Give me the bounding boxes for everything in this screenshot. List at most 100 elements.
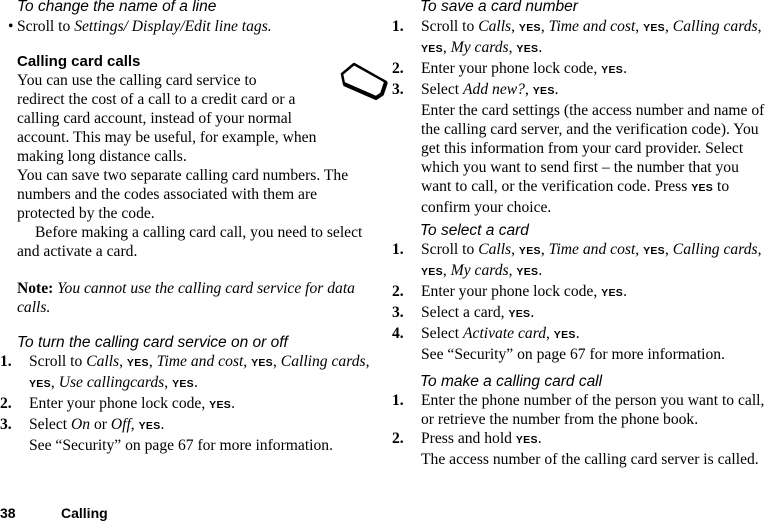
text: Enter your phone lock code,	[421, 60, 602, 77]
text-line: confirm your choice.	[421, 199, 552, 216]
text: ,	[243, 353, 252, 370]
step-1: 1. Scroll to Calls, YES, Time and cost, …	[392, 18, 762, 56]
text: .	[160, 416, 165, 433]
text: Press and hold	[421, 430, 516, 447]
step-4: 4. Select Activate card, YES. See “Secur…	[392, 324, 783, 364]
yes-key: YES	[532, 85, 555, 97]
text-line: Enter the card settings (the access numb…	[421, 102, 765, 119]
menu-item: On	[71, 416, 91, 433]
text-line: redirect the cost of a call to a credit …	[17, 91, 296, 108]
text-line: or retrieve the number from the phone bo…	[421, 411, 699, 428]
step-1: 1. Enter the phone number of the person …	[392, 391, 783, 429]
text-line: numbers and the codes associated with th…	[17, 186, 318, 203]
yes-key: YES	[516, 43, 539, 55]
yes-key: YES	[643, 22, 665, 34]
save-card-heading: To save a card number	[420, 0, 578, 15]
yes-key: YES	[643, 245, 665, 257]
text: .	[231, 395, 235, 412]
yes-key: YES	[601, 64, 624, 76]
step-3: 3. Select On or Off, YES. See “Security”…	[0, 415, 388, 455]
step-number: 3.	[392, 304, 404, 321]
menu-item: My cards	[450, 262, 509, 279]
text: .	[193, 374, 198, 391]
step-number: 1.	[392, 241, 404, 258]
yes-key: YES	[518, 22, 541, 34]
step-2: 2. Enter your phone lock code, YES.	[0, 394, 388, 415]
step-number: 4.	[392, 325, 404, 342]
text: Scroll to	[421, 18, 479, 35]
menu-item: Off	[110, 416, 131, 433]
text: Scroll to	[29, 353, 87, 370]
note-text: You cannot use the calling card service …	[57, 280, 355, 297]
step-2: 2. Enter your phone lock code, YES.	[392, 283, 627, 300]
text: Select	[421, 325, 463, 342]
yes-key: YES	[691, 182, 714, 194]
note-text: calls.	[17, 299, 51, 316]
text-line: Enter the phone number of the person you…	[421, 392, 765, 409]
make-call-steps: 1. Enter the phone number of the person …	[392, 391, 783, 469]
change-line-heading: To change the name of a line	[17, 0, 217, 15]
text-line: get this information from your card prov…	[421, 140, 744, 157]
menu-item: Time and cost	[548, 241, 636, 258]
text-line: which you want to send first – the numbe…	[421, 159, 739, 176]
text: ,	[119, 353, 127, 370]
step-3: 3. Select Add new?, YES. Enter the card …	[392, 80, 783, 217]
text-line: protected by the code.	[17, 205, 155, 222]
step-number: 2.	[392, 60, 404, 77]
turn-on-off-heading: To turn the calling card service on or o…	[17, 334, 288, 351]
step-number: 3.	[392, 81, 404, 98]
yes-key: YES	[421, 43, 443, 55]
text-line: Before making a calling card call, you n…	[35, 224, 363, 241]
calling-card-para-1: You can use the calling card service to …	[17, 71, 387, 261]
turn-on-off-steps: 1. Scroll to Calls, YES, Time and cost, …	[0, 352, 388, 455]
step-number: 3.	[0, 416, 12, 433]
select-card-heading: To select a card	[420, 222, 529, 239]
yes-key: YES	[508, 308, 531, 320]
text: Select	[29, 416, 71, 433]
menu-item: Activate card	[463, 325, 546, 342]
menu-item: Calls	[478, 241, 512, 258]
step-2: 2. Enter your phone lock code, YES.	[392, 60, 627, 77]
menu-item: Add new?	[463, 81, 525, 98]
text-line: calling card account, instead of your no…	[17, 110, 292, 127]
menu-item: Calling cards	[280, 353, 366, 370]
yes-key: YES	[209, 399, 232, 411]
text-line: You can save two separate calling card n…	[17, 167, 349, 184]
menu-item: Use callingcards	[58, 374, 165, 391]
step-number: 2.	[392, 430, 404, 447]
security-note: See “Security” on page 67 for more infor…	[29, 437, 333, 454]
yes-key: YES	[518, 245, 541, 257]
calling-card-heading: Calling card calls	[17, 53, 141, 70]
text: ,	[148, 353, 157, 370]
step-number: 1.	[392, 392, 404, 409]
yes-key: YES	[138, 420, 161, 432]
note: Note: You cannot use the calling card se…	[17, 279, 387, 317]
text: to	[713, 178, 730, 195]
text: want to call, or the verification code. …	[421, 178, 692, 195]
text-line: and activate a card.	[17, 243, 138, 260]
text: ,	[130, 416, 139, 433]
text: or	[90, 416, 111, 433]
select-card-steps: 1. Scroll to Calls, YES, Time and cost, …	[392, 240, 783, 364]
step-number: 1.	[392, 18, 404, 35]
yes-key: YES	[516, 266, 539, 278]
menu-path: Settings/ Display/Edit line tags.	[74, 18, 272, 35]
page-number: 38	[0, 505, 16, 521]
text: ,	[365, 353, 370, 370]
bullet-icon: •	[8, 18, 14, 35]
step-1: 1. Scroll to Calls, YES, Time and cost, …	[392, 241, 762, 279]
yes-key: YES	[251, 357, 273, 369]
text: Select	[421, 81, 463, 98]
step-2: 2. Press and hold YES. The access number…	[392, 429, 783, 469]
yes-key: YES	[29, 378, 51, 390]
text: Scroll to	[421, 241, 479, 258]
yes-key: YES	[553, 329, 576, 341]
yes-key: YES	[421, 266, 443, 278]
step-1: 1. Scroll to Calls, YES, Time and cost, …	[0, 352, 388, 394]
text: ,	[50, 374, 59, 391]
menu-item: Calls	[86, 353, 120, 370]
chapter-title: Calling	[61, 505, 108, 521]
text: Enter your phone lock code,	[29, 395, 210, 412]
text: Enter your phone lock code,	[421, 283, 602, 300]
change-line-bullet-item: • Scroll to Settings/ Display/Edit line …	[0, 17, 385, 36]
